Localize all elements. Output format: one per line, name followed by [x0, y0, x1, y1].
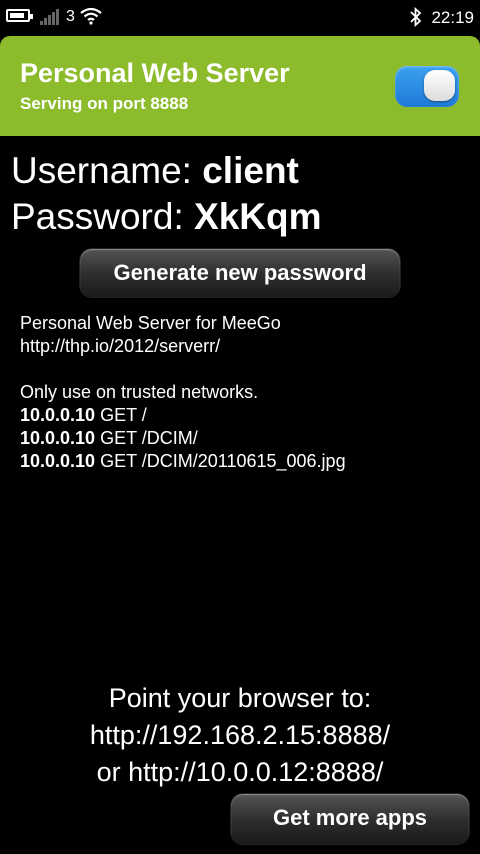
battery-icon [6, 9, 33, 22]
instructions-heading: Point your browser to: [108, 683, 372, 713]
server-url-primary: http://192.168.2.15:8888/ [89, 720, 391, 750]
info-line: Personal Web Server for MeeGo [20, 313, 281, 333]
log-entry: 10.0.0.10 GET /DCIM/ [20, 428, 198, 448]
info-link: http://thp.io/2012/serverr/ [20, 336, 221, 356]
password-label: Password: [11, 196, 184, 237]
browser-instructions: Point your browser to: http://192.168.2.… [0, 680, 480, 791]
server-log: Personal Web Server for MeeGo http://thp… [20, 312, 346, 473]
username-label: Username: [11, 150, 192, 191]
server-url-secondary: or http://10.0.0.12:8888/ [96, 757, 384, 787]
log-entry: 10.0.0.10 GET / [20, 405, 147, 425]
info-warning: Only use on trusted networks. [20, 382, 259, 402]
username-row: Username: client [11, 150, 299, 192]
server-status: Serving on port 8888 [20, 94, 189, 113]
password-value: XkKqm [194, 196, 322, 237]
toggle-knob [424, 70, 455, 101]
username-value: client [202, 150, 299, 191]
network-type: 3 [66, 8, 75, 25]
app-header: Personal Web Server Serving on port 8888 [0, 36, 480, 136]
status-bar: 3 22:19 [0, 0, 480, 36]
clock: 22:19 [431, 8, 474, 27]
bluetooth-icon [410, 7, 422, 27]
page-title: Personal Web Server [20, 58, 290, 88]
get-more-apps-button[interactable]: Get more apps [231, 794, 469, 844]
log-entry: 10.0.0.10 GET /DCIM/20110615_006.jpg [20, 451, 346, 471]
server-toggle[interactable] [395, 66, 459, 107]
wifi-icon [80, 7, 102, 25]
generate-password-button[interactable]: Generate new password [80, 249, 400, 297]
password-row: Password: XkKqm [11, 196, 322, 238]
signal-strength-icon [40, 9, 60, 25]
